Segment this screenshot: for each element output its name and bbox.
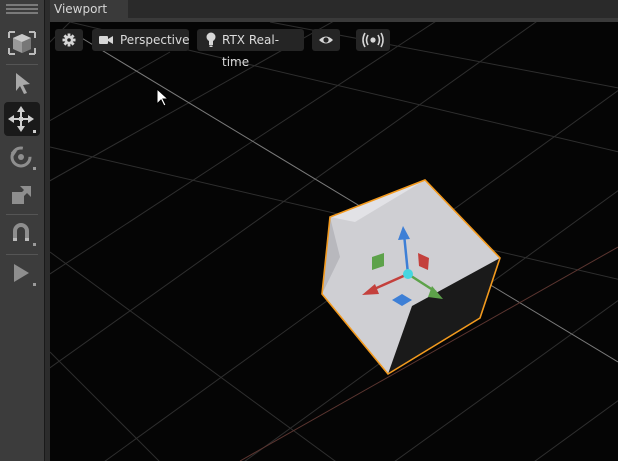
scene-render[interactable]: [50, 22, 618, 461]
broadcast-button[interactable]: [356, 29, 390, 51]
video-camera-icon: [99, 36, 113, 44]
select-tool-button[interactable]: [4, 66, 40, 100]
select-arrow-icon: [16, 73, 30, 94]
rotate-tool-button[interactable]: [4, 140, 40, 174]
play-icon: [14, 264, 36, 286]
snap-tool-button[interactable]: [4, 216, 40, 250]
tab-viewport-label: Viewport: [54, 2, 108, 16]
eye-icon: [319, 36, 333, 44]
snap-magnet-icon: [13, 223, 36, 246]
toolbar-grip[interactable]: [6, 4, 38, 18]
tab-viewport[interactable]: Viewport: [50, 0, 128, 18]
renderer-dropdown-button[interactable]: RTX Real-time: [197, 29, 304, 69]
left-toolbar: [0, 0, 44, 461]
move-tool-button[interactable]: [4, 102, 40, 136]
scale-icon: [12, 186, 31, 204]
frame-tool-button[interactable]: [4, 26, 40, 60]
viewport-settings-button[interactable]: [55, 29, 83, 51]
broadcast-icon: [362, 32, 384, 48]
camera-dropdown-button[interactable]: Perspective: [92, 29, 190, 51]
scale-tool-button[interactable]: [4, 178, 40, 212]
play-tool-button[interactable]: [4, 256, 40, 290]
rotate-icon: [10, 146, 36, 170]
lightbulb-icon: [206, 32, 216, 47]
renderer-label: RTX Real-time: [222, 33, 280, 69]
viewport-canvas[interactable]: Perspective RTX Real-time: [50, 22, 618, 461]
tab-bar: Viewport: [50, 0, 618, 22]
move-icon: [8, 106, 36, 133]
frame-cube-icon: [8, 31, 36, 55]
camera-label: Perspective: [120, 33, 190, 47]
mouse-cursor-icon: [156, 88, 170, 107]
gear-icon: [62, 33, 76, 47]
visibility-button[interactable]: [312, 29, 340, 51]
